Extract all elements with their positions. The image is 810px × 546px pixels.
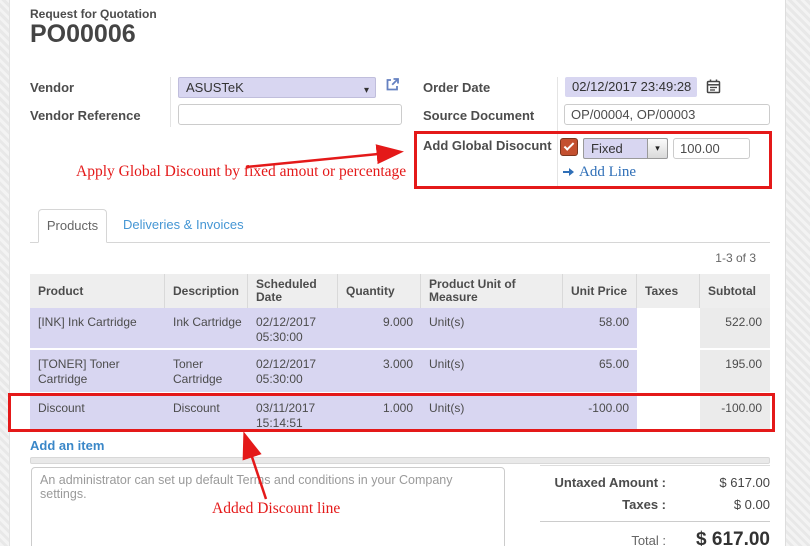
tab-deliveries-invoices[interactable]: Deliveries & Invoices — [123, 217, 244, 232]
cell-subtotal: 195.00 — [700, 350, 770, 392]
cell-unit-price: 58.00 — [563, 308, 637, 348]
source-document-input[interactable] — [564, 104, 770, 125]
total-label: Total : — [540, 533, 666, 546]
cell-uom: Unit(s) — [421, 350, 563, 392]
col-header-scheduled-date[interactable]: Scheduled Date — [248, 274, 338, 308]
discount-type-select[interactable]: Fixed ▾ — [583, 138, 668, 159]
order-lines-table: [INK] Ink Cartridge Ink Cartridge 02/12/… — [30, 308, 770, 433]
chevron-down-icon: ▾ — [647, 139, 667, 158]
col-header-quantity[interactable]: Quantity — [338, 274, 421, 308]
cell-scheduled-date: 02/12/2017 05:30:00 — [248, 350, 338, 392]
vendor-reference-label: Vendor Reference — [30, 108, 141, 123]
table-header: Product Description Scheduled Date Quant… — [30, 274, 770, 308]
vendor-select-value: ASUSTeK — [186, 80, 244, 95]
table-row[interactable]: [INK] Ink Cartridge Ink Cartridge 02/12/… — [30, 308, 770, 348]
order-date-field[interactable]: 02/12/2017 23:49:28 — [565, 77, 697, 97]
cell-taxes — [637, 394, 700, 431]
global-discount-checkbox[interactable] — [560, 138, 578, 156]
col-header-description[interactable]: Description — [165, 274, 248, 308]
cell-scheduled-date: 03/11/2017 15:14:51 — [248, 394, 338, 431]
cell-description: Discount — [165, 394, 248, 431]
table-row-discount[interactable]: Discount Discount 03/11/2017 15:14:51 1.… — [30, 394, 770, 431]
cell-unit-price: 65.00 — [563, 350, 637, 392]
cell-scheduled-date: 02/12/2017 05:30:00 — [248, 308, 338, 348]
col-header-taxes[interactable]: Taxes — [637, 274, 700, 308]
right-group-separator — [557, 77, 558, 187]
document-type-label: Request for Quotation — [30, 7, 157, 21]
cell-product: Discount — [30, 394, 165, 431]
col-header-unit-price[interactable]: Unit Price — [563, 274, 637, 308]
add-line-label: Add Line — [579, 164, 636, 180]
cell-product: [INK] Ink Cartridge — [30, 308, 165, 348]
tab-products[interactable]: Products — [38, 209, 107, 243]
cell-unit-price: -100.00 — [563, 394, 637, 431]
totals-panel: Untaxed Amount : $ 617.00 Taxes : $ 0.00… — [540, 465, 770, 546]
order-date-label: Order Date — [423, 80, 490, 95]
add-line-link[interactable]: Add Line — [563, 164, 636, 181]
cell-quantity: 9.000 — [338, 308, 421, 348]
col-header-subtotal[interactable]: Subtotal — [700, 274, 770, 308]
page-left-margin — [0, 0, 10, 546]
vendor-label: Vendor — [30, 80, 74, 95]
tabbar-divider — [30, 242, 770, 243]
calendar-icon[interactable] — [706, 79, 721, 99]
section-divider — [30, 457, 770, 464]
arrow-right-icon — [563, 167, 575, 177]
cell-quantity: 3.000 — [338, 350, 421, 392]
total-value: $ 617.00 — [666, 529, 770, 546]
cell-description: Toner Cartridge — [165, 350, 248, 392]
source-document-label: Source Document — [423, 108, 534, 123]
cell-taxes — [637, 308, 700, 348]
chevron-down-icon: ▾ — [364, 81, 369, 100]
external-link-icon[interactable] — [384, 76, 401, 98]
cell-uom: Unit(s) — [421, 308, 563, 348]
table-row[interactable]: [TONER] Toner Cartridge Toner Cartridge … — [30, 350, 770, 392]
taxes-label: Taxes : — [540, 497, 666, 512]
rfq-form-screen: Request for Quotation PO00006 Vendor ASU… — [0, 0, 810, 546]
cell-taxes — [637, 350, 700, 392]
cell-quantity: 1.000 — [338, 394, 421, 431]
untaxed-amount-label: Untaxed Amount : — [540, 475, 666, 490]
cell-description: Ink Cartridge — [165, 308, 248, 348]
cell-subtotal: -100.00 — [700, 394, 770, 431]
left-group-separator — [170, 77, 171, 127]
col-header-uom[interactable]: Product Unit of Measure — [421, 274, 563, 308]
cell-subtotal: 522.00 — [700, 308, 770, 348]
discount-type-value: Fixed — [591, 141, 623, 156]
vendor-select[interactable]: ASUSTeK ▾ — [178, 77, 376, 98]
annotation-global-discount: Apply Global Discount by fixed amout or … — [76, 163, 406, 181]
untaxed-amount-value: $ 617.00 — [666, 475, 770, 490]
page-title: PO00006 — [30, 20, 136, 49]
cell-uom: Unit(s) — [421, 394, 563, 431]
taxes-value: $ 0.00 — [666, 497, 770, 512]
pager[interactable]: 1-3 of 3 — [660, 251, 756, 265]
discount-amount-input[interactable] — [673, 138, 750, 159]
add-an-item-link[interactable]: Add an item — [30, 438, 104, 453]
page-right-margin — [785, 0, 810, 546]
col-header-product[interactable]: Product — [30, 274, 165, 308]
checkmark-icon — [564, 140, 575, 151]
totals-divider — [540, 521, 770, 522]
vendor-reference-input[interactable] — [178, 104, 402, 125]
global-discount-label: Add Global Disocunt — [423, 138, 552, 153]
cell-product: [TONER] Toner Cartridge — [30, 350, 165, 392]
annotation-added-discount-line: Added Discount line — [212, 500, 340, 518]
